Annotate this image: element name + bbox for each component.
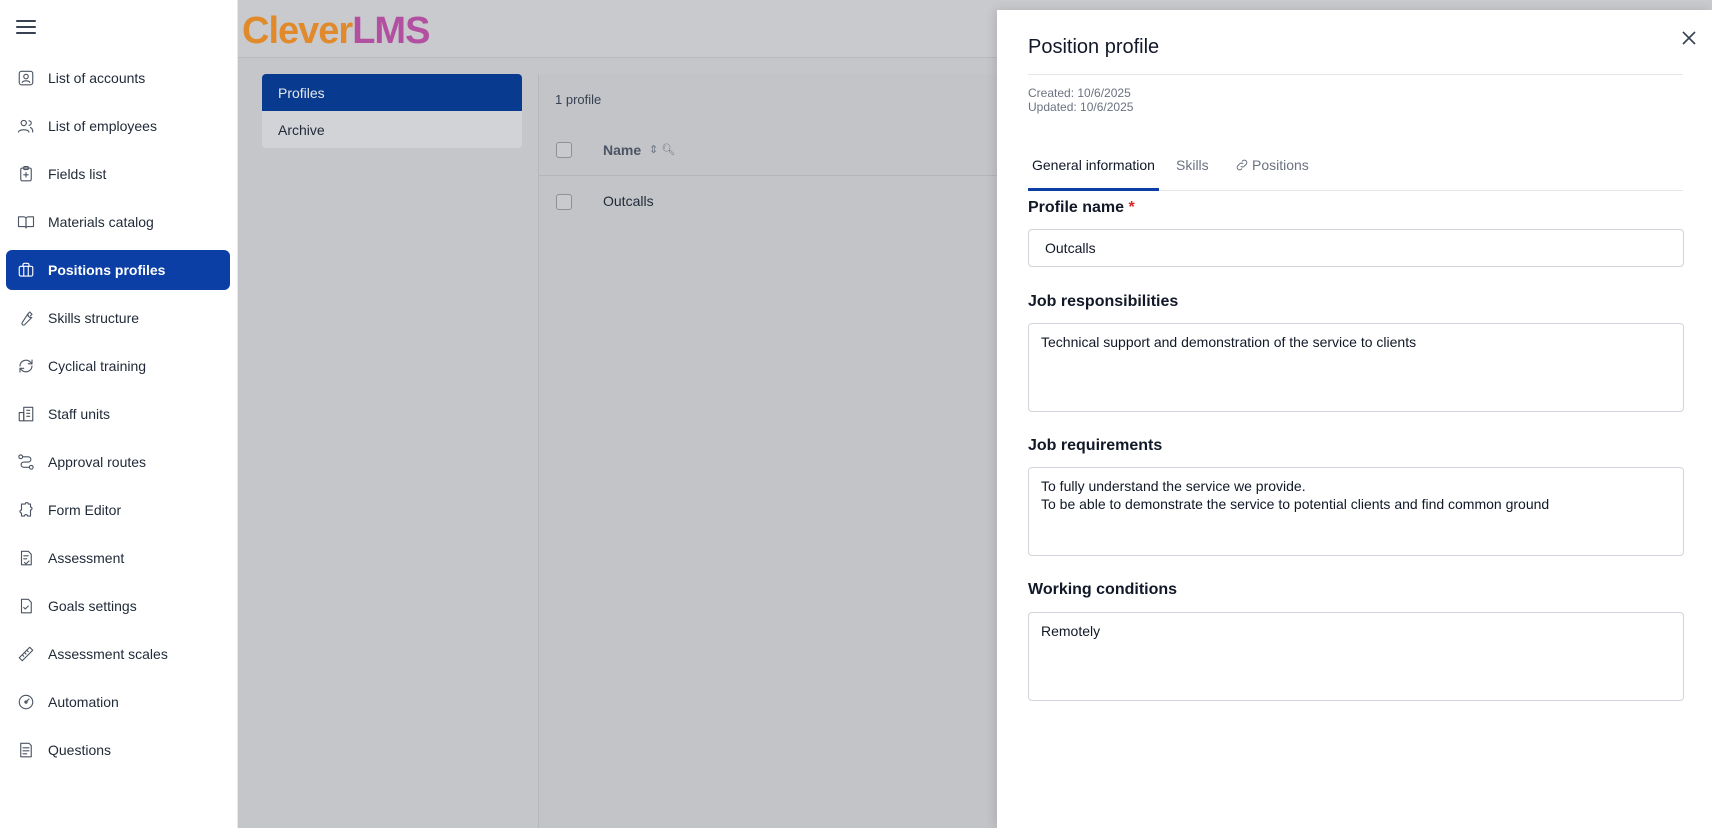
job-responsibilities-textarea[interactable]: Technical support and demonstration of t…	[1028, 323, 1684, 412]
sidebar-item-label: List of employees	[48, 118, 157, 134]
working-conditions-textarea[interactable]: Remotely	[1028, 612, 1684, 701]
clipboard-plus-icon	[16, 164, 36, 184]
sidebar: List of accounts List of employees Field…	[0, 0, 238, 828]
sidebar-item-label: Skills structure	[48, 310, 140, 326]
sort-icon[interactable]: ⇕ 🔍︎	[649, 143, 675, 156]
sidebar-item-label: Cyclical training	[48, 358, 147, 374]
book-open-icon	[16, 212, 36, 232]
row-name[interactable]: Outcalls	[603, 193, 654, 209]
ruler-icon	[16, 644, 36, 664]
required-mark: *	[1128, 199, 1135, 216]
tab-positions[interactable]: Positions	[1231, 152, 1313, 191]
sidebar-item-assessment-scales[interactable]: Assessment scales	[6, 634, 230, 674]
sidebar-item-fields-list[interactable]: Fields list	[6, 154, 230, 194]
select-all-checkbox[interactable]	[556, 142, 572, 158]
sidebar-nav: List of accounts List of employees Field…	[6, 58, 230, 778]
close-icon[interactable]	[1679, 28, 1699, 48]
updated-date: Updated: 10/6/2025	[1028, 100, 1134, 114]
tab-positions-label: Positions	[1252, 157, 1309, 173]
sidebar-item-label: Positions profiles	[48, 262, 166, 278]
sidebar-item-list-of-employees[interactable]: List of employees	[6, 106, 230, 146]
sidebar-item-label: Staff units	[48, 406, 111, 422]
profile-count: 1 profile	[555, 92, 602, 107]
sidebar-item-list-of-accounts[interactable]: List of accounts	[6, 58, 230, 98]
drawer-tabs: General information Skills Positions	[1028, 152, 1683, 191]
wrench-icon	[16, 308, 36, 328]
sidebar-item-label: Materials catalog	[48, 214, 154, 230]
job-requirements-label: Job requirements	[1028, 437, 1163, 454]
sidebar-item-goals-settings[interactable]: Goals settings	[6, 586, 230, 626]
file-target-icon	[16, 596, 36, 616]
sidebar-item-label: Form Editor	[48, 502, 122, 518]
drawer-title: Position profile	[1028, 36, 1160, 58]
job-responsibilities-label: Job responsibilities	[1028, 293, 1179, 310]
sidebar-item-label: Assessment	[48, 550, 125, 566]
job-requirements-textarea[interactable]: To fully understand the service we provi…	[1028, 467, 1684, 556]
building-icon	[16, 404, 36, 424]
sidebar-item-automation[interactable]: Automation	[6, 682, 230, 722]
profile-name-label: Profile name *	[1028, 199, 1135, 216]
archive-tab[interactable]: Archive	[262, 111, 522, 148]
users-icon	[16, 116, 36, 136]
puzzle-icon	[16, 500, 36, 520]
briefcase-icon	[16, 260, 36, 280]
refresh-icon	[16, 356, 36, 376]
created-date: Created: 10/6/2025	[1028, 86, 1131, 100]
working-conditions-label: Working conditions	[1028, 581, 1178, 598]
profile-name-input[interactable]	[1028, 229, 1684, 267]
sidebar-item-label: Automation	[48, 694, 119, 710]
sidebar-item-cyclical-training[interactable]: Cyclical training	[6, 346, 230, 386]
sidebar-item-approval-routes[interactable]: Approval routes	[6, 442, 230, 482]
sidebar-item-materials-catalog[interactable]: Materials catalog	[6, 202, 230, 242]
sidebar-item-label: Assessment scales	[48, 646, 168, 662]
route-icon	[16, 452, 36, 472]
tab-general-information[interactable]: General information	[1028, 152, 1159, 191]
sidebar-item-label: Fields list	[48, 166, 107, 182]
sidebar-item-questions[interactable]: Questions	[6, 730, 230, 770]
profiles-tab[interactable]: Profiles	[262, 74, 522, 111]
sidebar-item-skills-structure[interactable]: Skills structure	[6, 298, 230, 338]
divider	[1028, 74, 1683, 75]
sidebar-item-label: List of accounts	[48, 70, 146, 86]
tab-skills[interactable]: Skills	[1172, 152, 1213, 191]
gauge-icon	[16, 692, 36, 712]
sidebar-item-form-editor[interactable]: Form Editor	[6, 490, 230, 530]
sidebar-item-staff-units[interactable]: Staff units	[6, 394, 230, 434]
user-square-icon	[16, 68, 36, 88]
file-question-icon	[16, 740, 36, 760]
position-profile-drawer: Position profile Created: 10/6/2025 Upda…	[997, 10, 1712, 828]
sidebar-item-assessment[interactable]: Assessment	[6, 538, 230, 578]
link-icon	[1236, 159, 1248, 171]
search-icon[interactable]: 🔍︎	[661, 144, 675, 156]
file-check-icon	[16, 548, 36, 568]
sidebar-item-positions-profiles[interactable]: Positions profiles	[6, 250, 230, 290]
sidebar-item-label: Questions	[48, 742, 112, 758]
cleverlms-logo[interactable]: CleverLMS	[242, 10, 430, 53]
sidebar-item-label: Goals settings	[48, 598, 137, 614]
sidebar-item-label: Approval routes	[48, 454, 147, 470]
name-column-header[interactable]: Name	[603, 142, 641, 158]
menu-icon[interactable]	[16, 20, 36, 36]
profiles-nav-panel: Profiles Archive	[262, 74, 522, 148]
row-checkbox[interactable]	[556, 194, 572, 210]
